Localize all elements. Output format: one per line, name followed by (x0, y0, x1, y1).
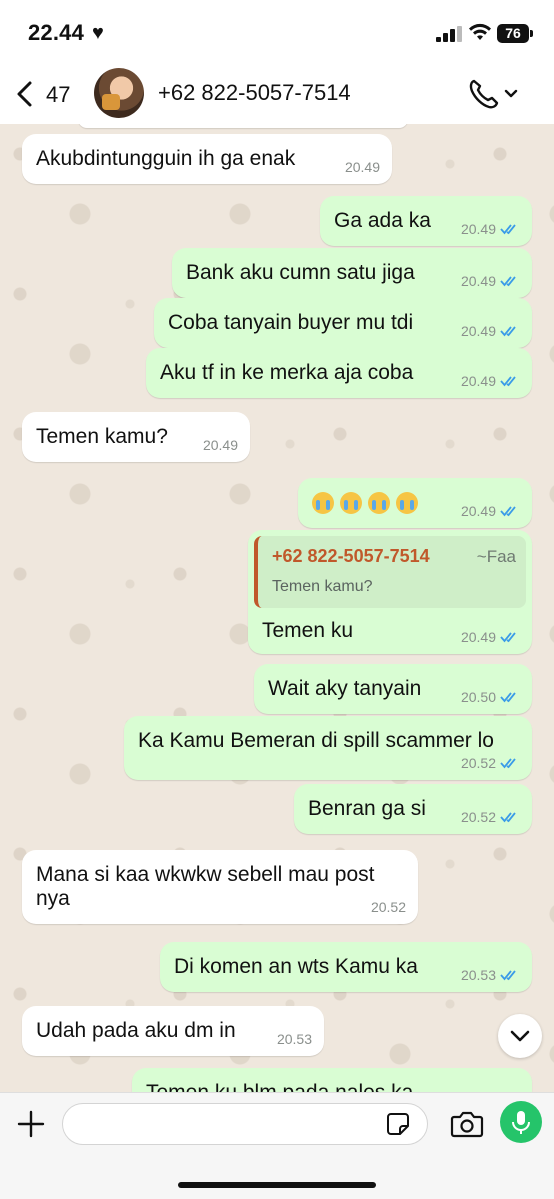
message-text: Temen ku (262, 619, 354, 642)
read-ticks-icon (500, 632, 516, 643)
home-indicator (178, 1182, 376, 1188)
message-time: 20.49 (460, 373, 496, 389)
message-outgoing[interactable]: Bank aku cumn satu jiga 20.49 (172, 248, 532, 298)
message-outgoing[interactable]: Di komen an wts Kamu ka 20.53 (160, 942, 532, 992)
read-ticks-icon (500, 224, 516, 235)
message-time: 20.49 (460, 273, 496, 289)
read-ticks-icon (500, 692, 516, 703)
message-text-line1: Mana si kaa wkwkw sebell mau post (36, 863, 375, 886)
message-time: 20.52 (460, 755, 496, 771)
wifi-icon (469, 23, 491, 40)
read-ticks-icon (500, 970, 516, 981)
message-partial (78, 124, 408, 128)
message-incoming[interactable]: Akubdintungguin ih ga enak 20.49 (22, 134, 392, 184)
read-ticks-icon (500, 326, 516, 337)
read-ticks-icon (500, 758, 516, 769)
back-button[interactable]: 47 (14, 76, 84, 112)
message-outgoing[interactable]: Benran ga si 20.52 (294, 784, 532, 834)
quote-author: +62 822-5057-7514 (272, 546, 430, 566)
message-incoming[interactable]: Udah pada aku dm in 20.53 (22, 1006, 324, 1056)
scroll-down-button[interactable] (498, 1014, 542, 1058)
message-input[interactable] (62, 1103, 428, 1145)
crying-face-icon (368, 492, 390, 515)
camera-icon[interactable] (450, 1109, 484, 1139)
message-time: 20.50 (460, 689, 496, 705)
message-outgoing[interactable]: Coba tanyain buyer mu tdi 20.49 (154, 298, 532, 348)
message-outgoing[interactable]: Ka Kamu Bemeran di spill scammer lo 20.5… (124, 716, 532, 780)
chevron-left-icon (17, 81, 32, 107)
read-ticks-icon (500, 506, 516, 517)
crying-face-icon (396, 492, 418, 515)
message-time: 20.53 (460, 967, 496, 983)
phone-icon (469, 79, 518, 109)
quoted-message[interactable]: +62 822-5057-7514 ~Faa Temen kamu? (254, 536, 526, 608)
avatar[interactable] (94, 68, 144, 118)
message-text: Aku tf in ke merka aja coba (160, 361, 414, 384)
message-time: 20.49 (460, 221, 496, 237)
message-time: 20.53 (276, 1031, 312, 1047)
message-incoming[interactable]: Mana si kaa wkwkw sebell mau post nya 20… (22, 850, 418, 924)
message-outgoing[interactable]: Ga ada ka 20.49 (320, 196, 532, 246)
chevron-down-icon (510, 1030, 530, 1042)
contact-name[interactable]: +62 822-5057-7514 (158, 80, 351, 106)
crying-face-icon (312, 492, 334, 515)
mic-button[interactable] (500, 1101, 542, 1143)
message-outgoing[interactable]: 20.49 (298, 478, 532, 528)
message-text: Ga ada ka (334, 209, 431, 232)
unread-count: 47 (46, 82, 71, 107)
message-text: Di komen an wts Kamu ka (174, 955, 418, 978)
call-button[interactable] (466, 76, 522, 112)
read-ticks-icon (500, 276, 516, 287)
message-incoming[interactable]: Temen kamu? 20.49 (22, 412, 250, 462)
heart-icon: ♥ (92, 22, 104, 44)
crying-face-icon (340, 492, 362, 515)
message-text: Temen kamu? (36, 425, 168, 448)
message-text: Wait aky tanyain (268, 677, 422, 700)
message-outgoing[interactable]: Aku tf in ke merka aja coba 20.49 (146, 348, 532, 398)
message-text: Temen ku blm pada nales ka (146, 1080, 413, 1092)
message-outgoing[interactable]: Temen ku blm pada nales ka (132, 1068, 532, 1092)
chat-area[interactable]: Akubdintungguin ih ga enak 20.49 Ga ada … (0, 124, 554, 1092)
message-text: Benran ga si (308, 797, 426, 820)
message-time: 20.49 (460, 323, 496, 339)
message-outgoing[interactable]: Wait aky tanyain 20.50 (254, 664, 532, 714)
read-ticks-icon (500, 376, 516, 387)
emoji-group (312, 490, 424, 516)
message-time: 20.49 (344, 159, 380, 175)
signal-icon (436, 26, 462, 42)
message-text: Udah pada aku dm in (36, 1019, 236, 1042)
message-time: 20.52 (460, 809, 496, 825)
microphone-icon (512, 1111, 530, 1134)
battery-icon: 76 (497, 24, 533, 43)
plus-icon[interactable] (16, 1109, 46, 1139)
status-bar: 22.44 ♥ 76 (0, 0, 554, 62)
message-time: 20.49 (460, 629, 496, 645)
quote-text: Temen kamu? (272, 578, 373, 595)
message-text-line2: nya (36, 887, 70, 910)
read-ticks-icon (500, 812, 516, 823)
sticker-icon[interactable] (386, 1112, 410, 1136)
message-text: Bank aku cumn satu jiga (186, 261, 415, 284)
message-time: 20.52 (370, 899, 406, 915)
message-text: Coba tanyain buyer mu tdi (168, 311, 414, 334)
chat-header: 47 +62 822-5057-7514 (0, 62, 554, 124)
message-text: Akubdintungguin ih ga enak (36, 147, 296, 170)
message-outgoing-reply[interactable]: +62 822-5057-7514 ~Faa Temen kamu? Temen… (248, 530, 532, 654)
message-time: 20.49 (460, 503, 496, 519)
message-text: Ka Kamu Bemeran di spill scammer lo (138, 729, 494, 752)
quote-alias: ~Faa (476, 547, 516, 566)
message-time: 20.49 (202, 437, 238, 453)
status-time: 22.44 (28, 20, 85, 45)
